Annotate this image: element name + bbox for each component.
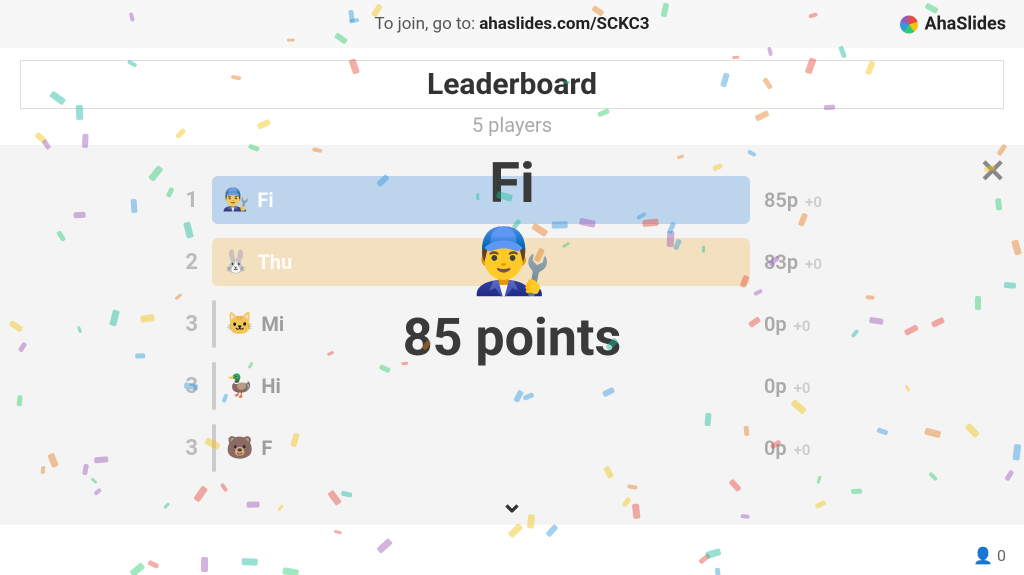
rank-number: 2 [170,250,198,275]
score-bar: 🦆 Hi [212,362,750,410]
top-bar: To join, go to: ahaslides.com/SCKC3 AhaS… [0,0,1024,48]
participant-counter: 👤 0 [973,546,1006,565]
avatar-icon: 🦆 [226,374,253,399]
player-name: Mi [261,312,284,336]
avatar-icon: 🐰 [222,250,249,275]
points: 85p [764,188,798,212]
points-delta: +0 [794,317,811,335]
bar-fill [212,362,216,410]
points-delta: +0 [794,379,811,397]
score-value: 0p +0 [764,436,854,460]
chevron-down-icon[interactable]: ⌄ [500,486,523,519]
rank-number: 3 [170,374,198,399]
player-name: Hi [261,374,280,398]
avatar-icon: 👨‍🔧 [222,188,249,213]
bar-fill: 🐰 Thu [212,238,750,286]
score-value: 0p +0 [764,374,854,398]
player-name: Fi [257,188,273,212]
page-title: Leaderboard [20,60,1004,109]
player-name: F [261,436,272,460]
score-bar: 🐻F [212,424,750,472]
score-value: 85p +0 [764,188,854,212]
rank-number: 3 [170,436,198,461]
avatar-icon: 🐱 [226,312,253,337]
leaderboard-row: 3 🐱 Mi 0p +0 [170,299,854,349]
points-delta: +0 [805,193,822,211]
rank-number: 1 [170,188,198,213]
leaderboard-row: 1 👨‍🔧 Fi 85p +0 [170,175,854,225]
points: 0p [764,374,787,398]
points-delta: +0 [794,441,811,459]
leaderboard-area: ✕ 1 👨‍🔧 Fi 85p +0 2 🐰 Thu 83p +0 3 🐱 Mi 0p +0 3 🦆 Hi 0p… [0,145,1024,525]
points: 0p [764,312,787,336]
join-url: ahaslides.com/SCKC3 [479,14,649,34]
score-value: 83p +0 [764,250,854,274]
avatar-icon: 🐻 [226,436,253,461]
leaderboard-row: 3🐻F0p +0 [170,423,854,473]
player-label: 🐱 Mi [226,312,284,337]
bar-fill: 👨‍🔧 Fi [212,176,750,224]
player-name: Thu [257,250,292,274]
brand-icon [900,15,918,33]
player-label: 🦆 Hi [226,374,281,399]
player-count: 5 players [0,113,1024,137]
bar-fill [212,424,216,472]
player-label: 🐻F [226,436,272,461]
close-icon[interactable]: ✕ [979,155,1006,187]
join-instruction: To join, go to: [374,14,475,34]
brand-logo: AhaSlides [900,14,1006,35]
points: 0p [764,436,787,460]
score-bar: 🐱 Mi [212,300,750,348]
brand-text: AhaSlides [924,14,1006,35]
leaderboard-row: 2 🐰 Thu 83p +0 [170,237,854,287]
person-icon: 👤 [973,546,993,565]
score-bar: 🐰 Thu [212,238,750,286]
score-value: 0p +0 [764,312,854,336]
rank-number: 3 [170,312,198,337]
score-bar: 👨‍🔧 Fi [212,176,750,224]
points-delta: +0 [805,255,822,273]
participant-count: 0 [997,546,1006,565]
leaderboard-row: 3 🦆 Hi 0p +0 [170,361,854,411]
points: 83p [764,250,798,274]
bar-fill [212,300,216,348]
